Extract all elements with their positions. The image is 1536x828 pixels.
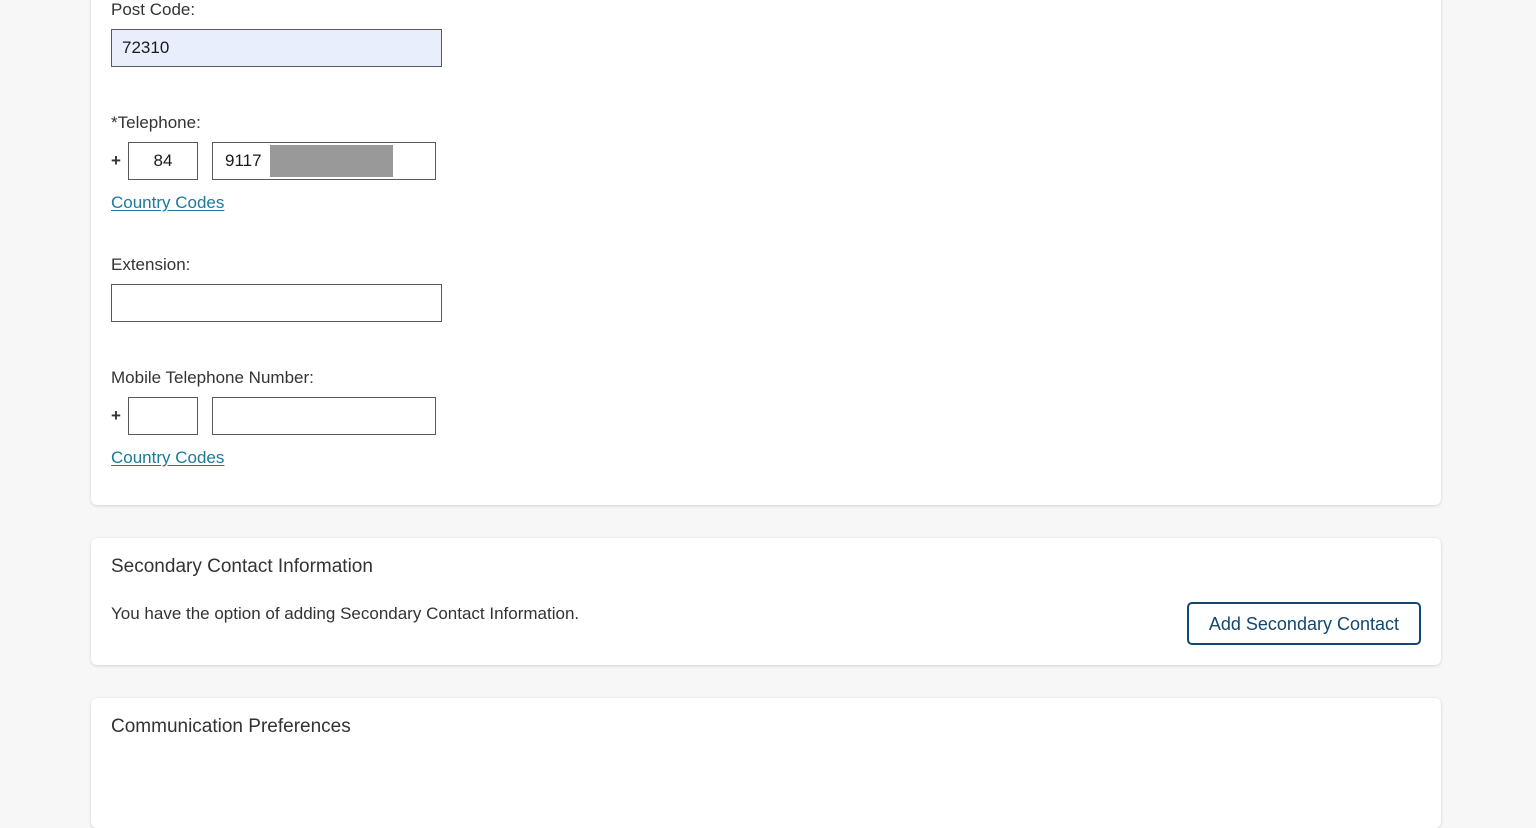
- secondary-card-inner: Secondary Contact Information You have t…: [91, 538, 1441, 665]
- telephone-number-wrapper: [212, 142, 436, 180]
- mobile-number-wrapper: [212, 397, 436, 435]
- post-code-input[interactable]: [111, 29, 442, 67]
- mobile-telephone-field-group: Mobile Telephone Number: + Country Codes: [111, 368, 436, 468]
- secondary-contact-card: Secondary Contact Information You have t…: [91, 538, 1441, 665]
- mobile-number-input[interactable]: [212, 397, 436, 435]
- secondary-contact-title: Secondary Contact Information: [111, 556, 373, 577]
- mobile-plus-prefix: +: [111, 406, 121, 425]
- mobile-telephone-label: Mobile Telephone Number:: [111, 368, 314, 387]
- mobile-telephone-input-row: +: [111, 397, 436, 435]
- telephone-plus-prefix: +: [111, 151, 121, 170]
- form-page: Post Code: *Telephone: + Country Codes: [0, 0, 1536, 828]
- communication-preferences-card: Communication Preferences: [91, 698, 1441, 828]
- mobile-country-code-input[interactable]: [128, 397, 198, 435]
- telephone-country-code-input[interactable]: [128, 142, 198, 180]
- telephone-label: *Telephone:: [111, 113, 201, 132]
- telephone-input-row: +: [111, 142, 436, 180]
- post-code-field-group: Post Code:: [111, 0, 442, 67]
- mobile-country-codes-link[interactable]: Country Codes: [111, 448, 224, 468]
- add-secondary-contact-button[interactable]: Add Secondary Contact: [1186, 602, 1421, 645]
- telephone-number-input[interactable]: [212, 142, 436, 180]
- telephone-field-group: *Telephone: + Country Codes: [111, 113, 436, 213]
- communication-card-inner: Communication Preferences: [91, 698, 1441, 828]
- contact-card-inner: Post Code: *Telephone: + Country Codes: [91, 0, 1441, 505]
- contact-information-card: Post Code: *Telephone: + Country Codes: [91, 0, 1441, 505]
- extension-input[interactable]: [111, 284, 442, 322]
- secondary-contact-description: You have the option of adding Secondary …: [111, 604, 580, 623]
- extension-label: Extension:: [111, 255, 191, 274]
- post-code-label: Post Code:: [111, 0, 196, 19]
- telephone-country-codes-link[interactable]: Country Codes: [111, 193, 224, 213]
- communication-preferences-title: Communication Preferences: [111, 716, 351, 737]
- extension-field-group: Extension:: [111, 255, 442, 322]
